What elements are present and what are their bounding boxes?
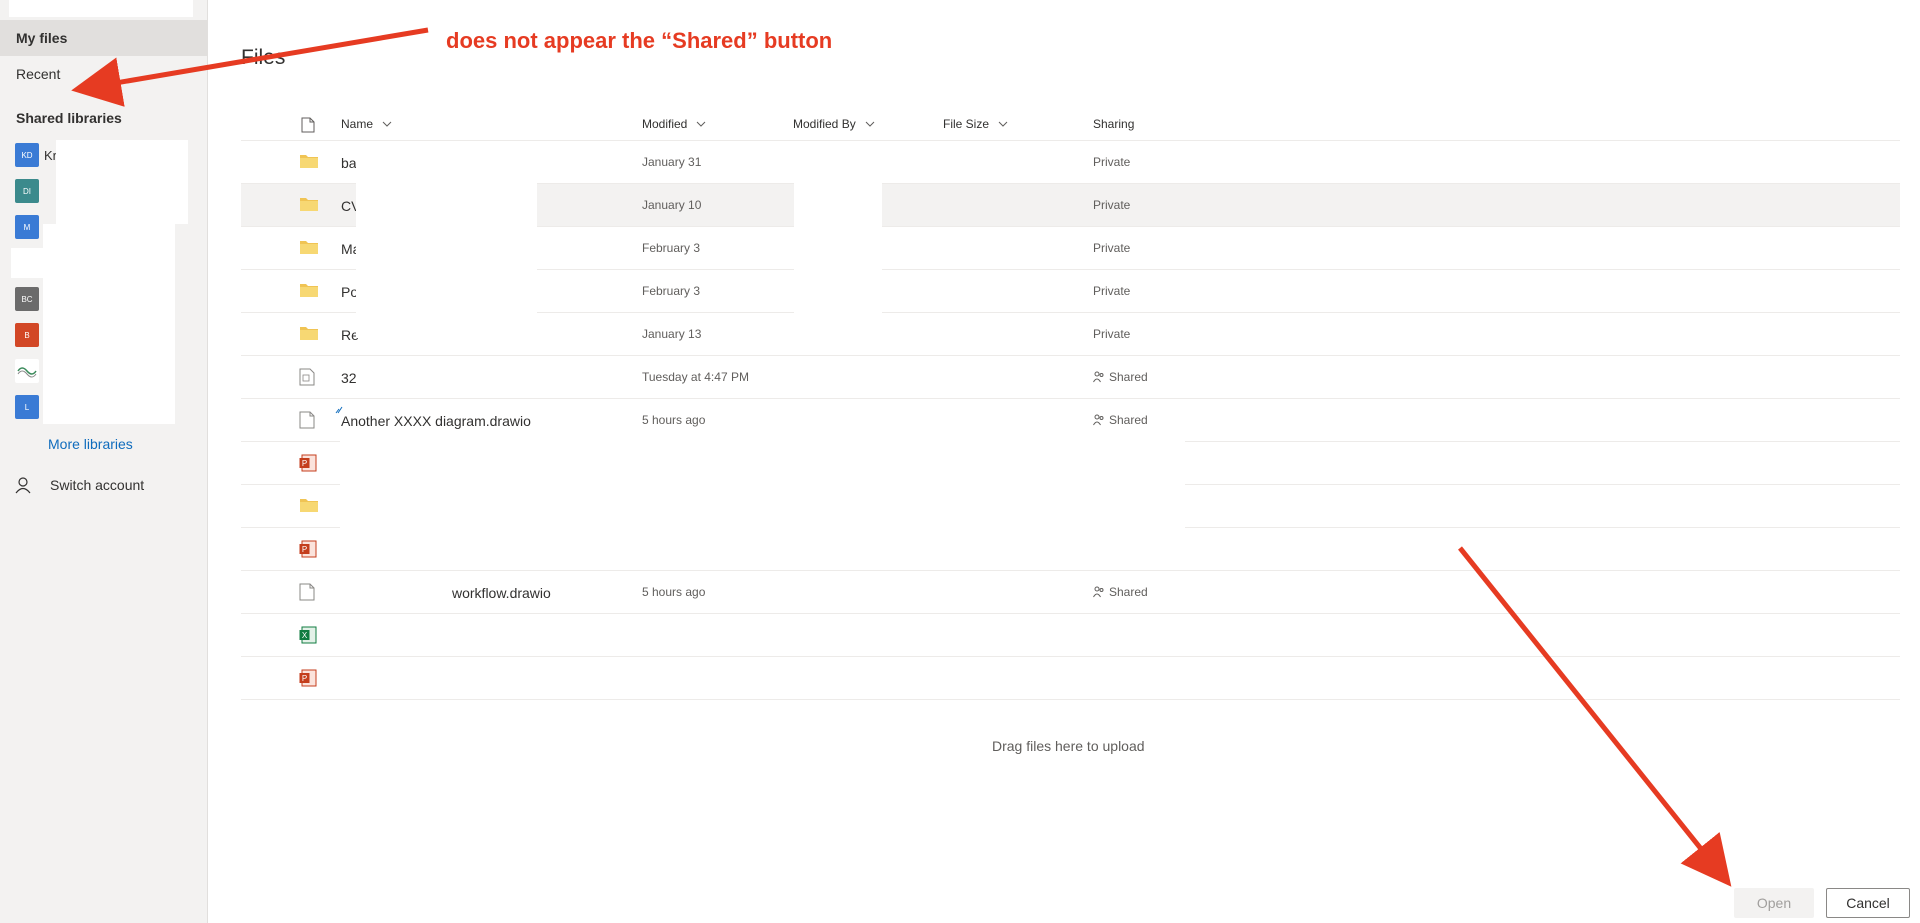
sidebar: My files Recent Shared libraries KD Kr D… bbox=[0, 0, 208, 923]
library-avatar-icon: B bbox=[15, 323, 39, 347]
column-header-sharing[interactable]: Sharing bbox=[1093, 117, 1134, 131]
column-header-file-size[interactable]: File Size bbox=[943, 117, 1008, 131]
file-type-column-header[interactable] bbox=[301, 117, 315, 133]
redaction-block bbox=[43, 224, 175, 424]
library-avatar-icon: DI bbox=[15, 179, 39, 203]
open-button[interactable]: Open bbox=[1734, 888, 1814, 918]
library-avatar-icon: KD bbox=[15, 143, 39, 167]
table-row[interactable]: X bbox=[241, 614, 1900, 657]
file-modified: February 3 bbox=[642, 241, 701, 255]
sidebar-item-my-files[interactable]: My files bbox=[0, 20, 207, 56]
table-row[interactable]: workflow.drawio 5 hours ago Shared bbox=[241, 571, 1900, 614]
table-row[interactable]: Another XXXX diagram.drawio 5 hours ago … bbox=[241, 399, 1900, 442]
folder-icon bbox=[300, 499, 318, 512]
chevron-down-icon bbox=[382, 121, 392, 127]
folder-icon bbox=[300, 155, 318, 168]
file-sharing: Private bbox=[1093, 327, 1130, 341]
file-name: Another XXXX diagram.drawio bbox=[341, 413, 531, 429]
redaction-block bbox=[340, 440, 1185, 570]
file-sharing-label: Shared bbox=[1109, 413, 1148, 427]
folder-icon bbox=[300, 198, 318, 211]
people-icon bbox=[1093, 371, 1104, 383]
file-sharing: Private bbox=[1093, 241, 1130, 255]
shared-libraries-heading: Shared libraries bbox=[16, 110, 122, 126]
cancel-button[interactable]: Cancel bbox=[1826, 888, 1910, 918]
powerpoint-icon: P bbox=[299, 540, 317, 558]
file-modified: January 13 bbox=[642, 327, 702, 341]
file-modified: 5 hours ago bbox=[642, 413, 706, 427]
file-list-header: Name Modified Modified By File Size Shar… bbox=[241, 106, 1900, 141]
drop-zone-hint[interactable]: Drag files here to upload bbox=[992, 738, 1145, 754]
file-sharing-label: Private bbox=[1093, 241, 1131, 255]
column-header-modified-by-label: Modified By bbox=[793, 117, 856, 131]
chevron-down-icon bbox=[998, 121, 1008, 127]
file-modified: January 10 bbox=[642, 198, 702, 212]
file-sharing: Shared bbox=[1093, 413, 1148, 427]
column-header-file-size-label: File Size bbox=[943, 117, 990, 131]
file-name: workflow.drawio bbox=[452, 585, 551, 601]
file-sharing-label: Shared bbox=[1109, 370, 1148, 384]
chevron-down-icon bbox=[697, 121, 706, 127]
switch-account-label: Switch account bbox=[50, 477, 145, 493]
column-header-modified-by[interactable]: Modified By bbox=[793, 117, 875, 131]
redaction-block bbox=[356, 148, 537, 338]
file-modified: February 3 bbox=[642, 284, 701, 298]
chevron-down-icon bbox=[865, 121, 875, 127]
file-sharing-label: Private bbox=[1093, 284, 1131, 298]
file-name: 32 bbox=[341, 370, 357, 386]
svg-text:P: P bbox=[302, 459, 307, 468]
file-sharing-label: Private bbox=[1093, 155, 1131, 169]
person-icon bbox=[15, 477, 31, 494]
file-modified: 5 hours ago bbox=[642, 585, 706, 599]
document-icon bbox=[299, 368, 315, 386]
powerpoint-icon: P bbox=[299, 454, 317, 472]
library-avatar-icon: BC bbox=[15, 287, 39, 311]
file-sharing: Private bbox=[1093, 155, 1130, 169]
svg-text:P: P bbox=[302, 545, 307, 554]
svg-text:X: X bbox=[302, 631, 308, 640]
column-header-modified-label: Modified bbox=[642, 117, 688, 131]
library-logo-icon bbox=[15, 359, 39, 383]
page-title: Files bbox=[241, 46, 286, 69]
switch-account-button[interactable]: Switch account bbox=[14, 476, 144, 494]
annotation-text: does not appear the “Shared” button bbox=[446, 28, 833, 53]
folder-icon bbox=[300, 327, 318, 340]
svg-text:P: P bbox=[302, 674, 307, 683]
sidebar-top-redaction bbox=[9, 0, 193, 17]
file-modified: Tuesday at 4:47 PM bbox=[642, 370, 749, 384]
redaction-block bbox=[56, 140, 188, 224]
file-sharing: Shared bbox=[1093, 370, 1148, 384]
column-header-name[interactable]: Name bbox=[341, 117, 392, 131]
people-icon bbox=[1093, 414, 1104, 426]
column-header-name-label: Name bbox=[341, 117, 374, 131]
redaction-block bbox=[11, 248, 43, 278]
sidebar-item-recent[interactable]: Recent bbox=[0, 56, 207, 92]
file-type-icon bbox=[301, 117, 315, 133]
file-sharing: Private bbox=[1093, 198, 1130, 212]
powerpoint-icon: P bbox=[299, 669, 317, 687]
folder-icon bbox=[300, 241, 318, 254]
file-sharing-label: Private bbox=[1093, 327, 1131, 341]
library-avatar-icon: M bbox=[15, 215, 39, 239]
folder-icon bbox=[300, 284, 318, 297]
file-icon bbox=[299, 411, 315, 429]
table-row[interactable]: P bbox=[241, 657, 1900, 700]
file-sharing-label: Private bbox=[1093, 198, 1131, 212]
table-row[interactable]: 32 Tuesday at 4:47 PM Shared bbox=[241, 356, 1900, 399]
people-icon bbox=[1093, 586, 1104, 598]
more-libraries-link[interactable]: More libraries bbox=[48, 436, 133, 452]
file-modified: January 31 bbox=[642, 155, 702, 169]
file-name: ba bbox=[341, 155, 357, 171]
column-header-sharing-label: Sharing bbox=[1093, 117, 1135, 131]
excel-icon: X bbox=[299, 626, 317, 644]
file-icon bbox=[299, 583, 315, 601]
column-header-modified[interactable]: Modified bbox=[642, 117, 706, 131]
file-sharing: Shared bbox=[1093, 585, 1148, 599]
library-avatar-icon: L bbox=[15, 395, 39, 419]
file-sharing-label: Shared bbox=[1109, 585, 1148, 599]
redaction-block bbox=[794, 148, 882, 338]
file-sharing: Private bbox=[1093, 284, 1130, 298]
